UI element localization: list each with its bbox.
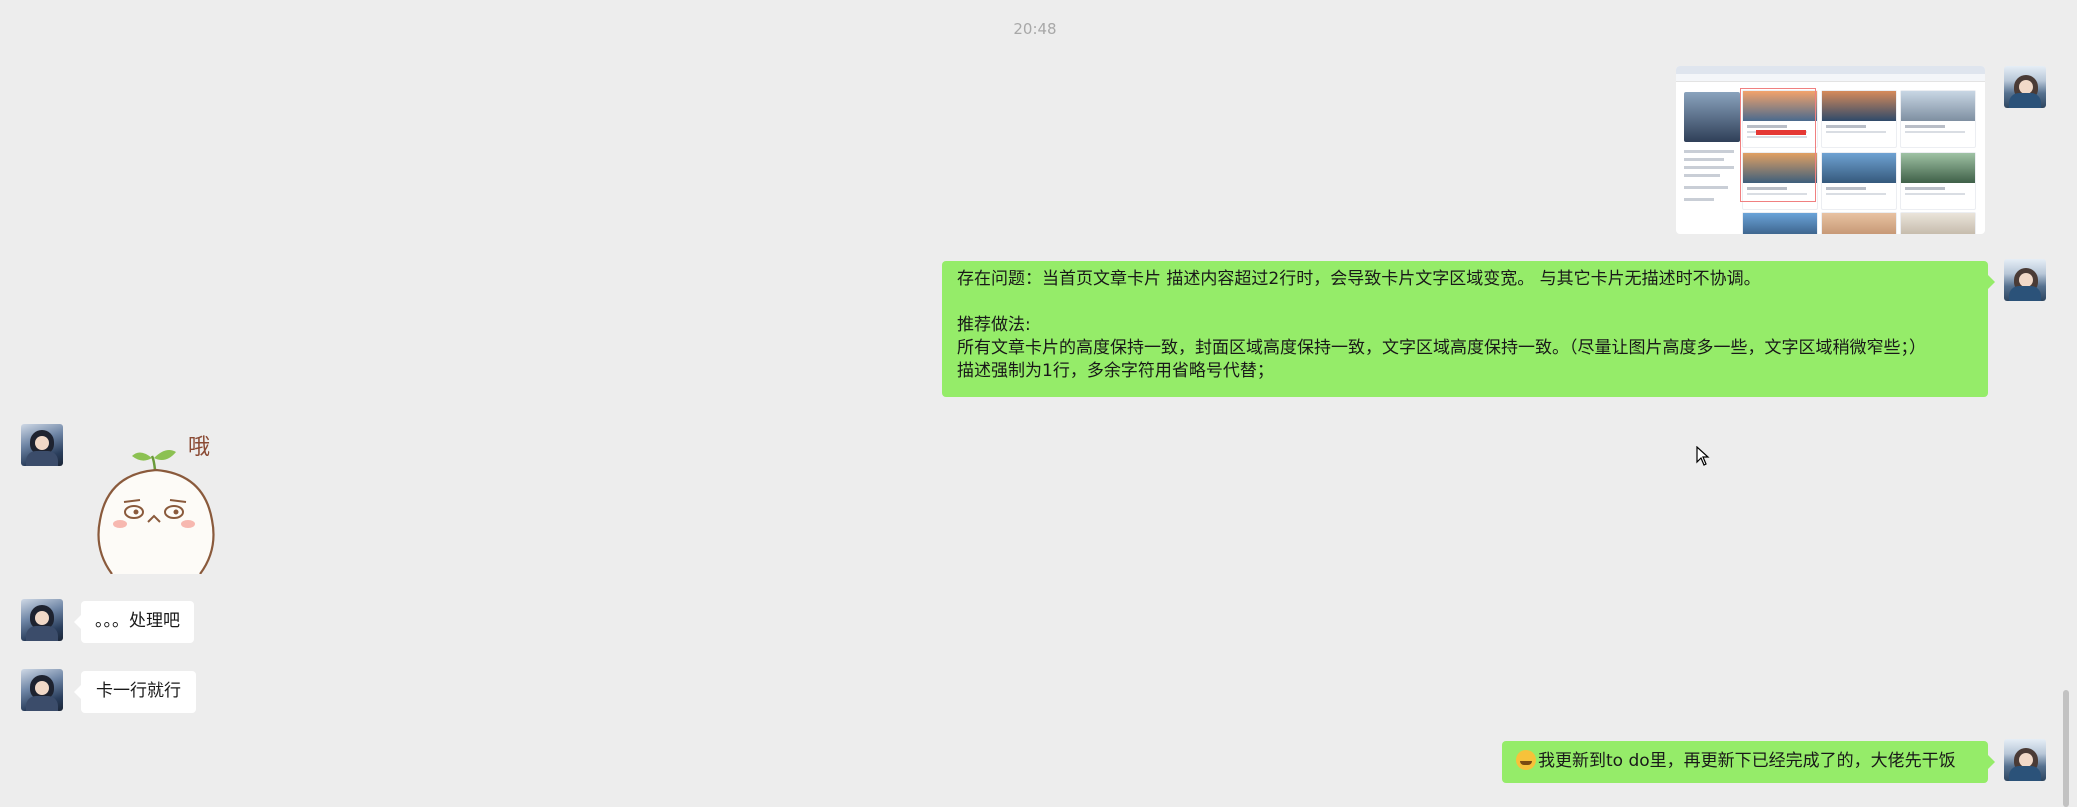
chat-window: 20:48 存在问题：当首页文章卡片 描述内容超过2行时，会导致卡片文字区域变宽… [0,0,2077,807]
contact-avatar[interactable] [21,599,63,641]
screenshot-image-message[interactable] [1676,66,1985,234]
sticker-text: 哦 [188,435,210,460]
message-bubble[interactable]: 存在问题：当首页文章卡片 描述内容超过2行时，会导致卡片文字区域变宽。 与其它卡… [942,261,1995,397]
message-bubble[interactable]: 我更新到to do里，再更新下已经完成了的，大佬先干饭 [1502,741,1995,783]
message-timestamp: 20:48 [1013,20,1057,38]
message-bubble[interactable]: 。。。处理吧 [74,601,194,643]
message-line: 所有文章卡片的高度保持一致，封面区域高度保持一致，文字区域高度保持一致。（尽量让… [957,338,1926,358]
thumb-profile-image [1684,92,1740,142]
message-line: 描述强制为1行，多余字符用省略号代替； [957,361,1274,381]
thumb-overlay-text [1756,130,1806,135]
message-line: 推荐做法: [957,315,1031,335]
my-avatar[interactable] [2004,739,2046,781]
contact-avatar[interactable] [21,424,63,466]
mouse-cursor-icon [1696,446,1710,466]
my-avatar[interactable] [2004,259,2046,301]
message-bubble[interactable]: 卡一行就行 [74,671,196,713]
scrollbar[interactable] [2063,690,2069,807]
contact-avatar[interactable] [21,669,63,711]
message-line [957,291,1973,314]
message-text: 我更新到to do里，再更新下已经完成了的，大佬先干饭 [1538,751,1956,771]
sticker-message[interactable]: 哦 [92,430,232,575]
face-with-tears-emoji [1516,750,1536,770]
message-line: 存在问题：当首页文章卡片 描述内容超过2行时，会导致卡片文字区域变宽。 与其它卡… [957,269,1761,289]
my-avatar[interactable] [2004,66,2046,108]
thumb-highlight-box [1740,88,1816,202]
